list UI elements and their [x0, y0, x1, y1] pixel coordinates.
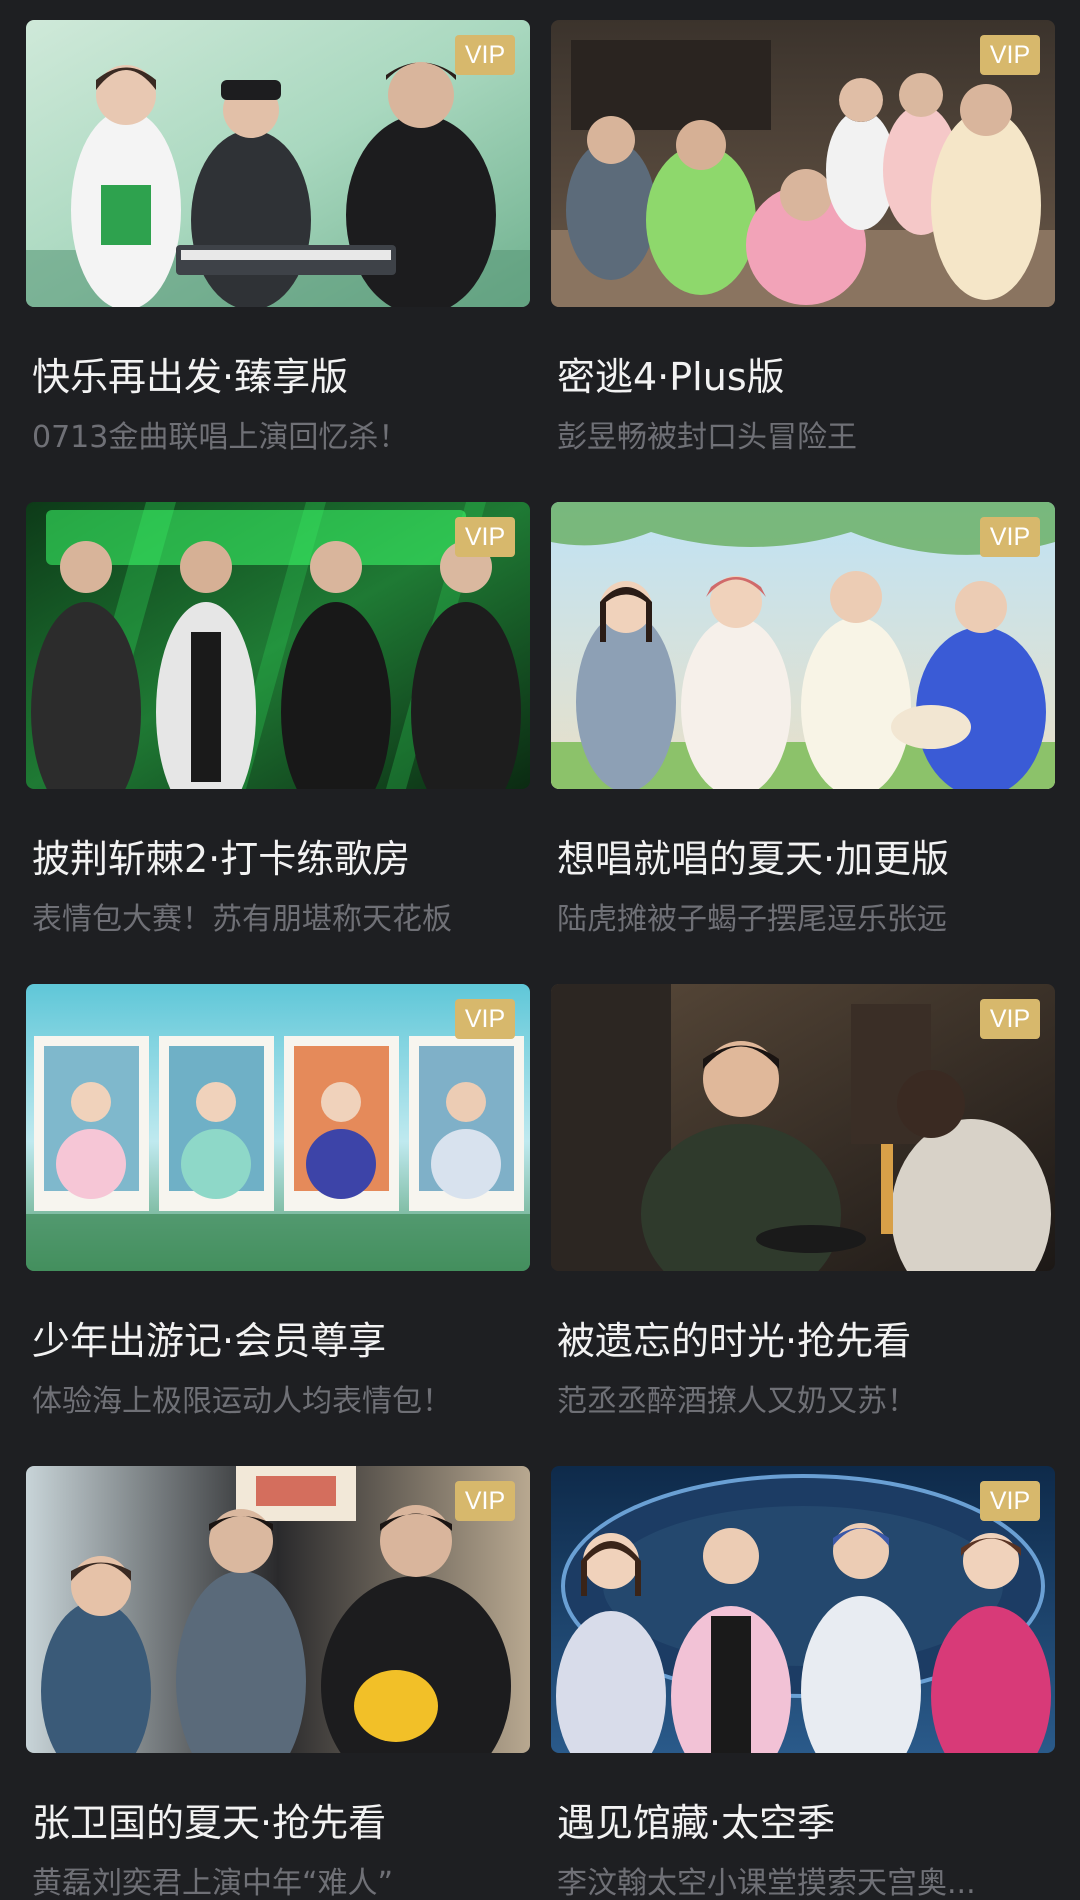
vip-badge: VIP — [455, 1481, 515, 1521]
video-card[interactable]: VIP 密逃4·Plus版 彭昱畅被封口头冒险王 — [551, 20, 1055, 455]
video-title[interactable]: 快乐再出发·臻享版 — [32, 355, 530, 399]
video-subtitle: 黄磊刘奕君上演中年“难人” — [32, 1866, 394, 1900]
video-title[interactable]: 少年出游记·会员尊享 — [32, 1319, 530, 1363]
video-card[interactable]: VIP 想唱就唱的夏天·加更版 陆虎摊被子蝎子摆尾逗乐张远 — [551, 502, 1055, 937]
video-subtitle: 彭昱畅被封口头冒险王 — [557, 420, 857, 455]
video-subtitle: 范丞丞醉酒撩人又奶又苏！ — [557, 1384, 917, 1419]
video-title[interactable]: 张卫国的夏天·抢先看 — [32, 1801, 530, 1845]
video-thumbnail[interactable]: VIP — [26, 502, 530, 789]
video-title[interactable]: 密逃4·Plus版 — [557, 355, 1055, 399]
video-thumbnail[interactable]: VIP — [26, 984, 530, 1271]
video-subtitle: 表情包大赛！苏有朋堪称天花板 — [32, 902, 452, 937]
video-title[interactable]: 遇见馆藏·太空季 — [557, 1801, 1055, 1845]
video-thumbnail[interactable]: VIP — [26, 1466, 530, 1753]
video-subtitle: 李汶翰太空小课堂摸索天宫奥... — [557, 1866, 976, 1900]
video-thumbnail[interactable]: VIP — [26, 20, 530, 307]
video-grid: VIP 快乐再出发·臻享版 0713金曲联唱上演回忆杀！ VIP 密逃4·Plu… — [0, 0, 1080, 1900]
vip-badge: VIP — [980, 517, 1040, 557]
video-subtitle: 0713金曲联唱上演回忆杀！ — [32, 420, 409, 455]
video-card[interactable]: VIP 披荆斩棘2·打卡练歌房 表情包大赛！苏有朋堪称天花板 — [26, 502, 530, 937]
video-title[interactable]: 被遗忘的时光·抢先看 — [557, 1319, 1055, 1363]
video-subtitle: 体验海上极限运动人均表情包！ — [32, 1384, 452, 1419]
video-card[interactable]: VIP 张卫国的夏天·抢先看 黄磊刘奕君上演中年“难人” — [26, 1466, 530, 1900]
video-card[interactable]: VIP 少年出游记·会员尊享 体验海上极限运动人均表情包！ — [26, 984, 530, 1419]
video-thumbnail[interactable]: VIP — [551, 502, 1055, 789]
video-card[interactable]: VIP 被遗忘的时光·抢先看 范丞丞醉酒撩人又奶又苏！ — [551, 984, 1055, 1419]
vip-badge: VIP — [980, 999, 1040, 1039]
video-title[interactable]: 想唱就唱的夏天·加更版 — [557, 837, 1055, 881]
video-thumbnail[interactable]: VIP — [551, 20, 1055, 307]
video-title[interactable]: 披荆斩棘2·打卡练歌房 — [32, 837, 530, 881]
video-card[interactable]: VIP 快乐再出发·臻享版 0713金曲联唱上演回忆杀！ — [26, 20, 530, 455]
vip-badge: VIP — [455, 999, 515, 1039]
vip-badge: VIP — [980, 35, 1040, 75]
vip-badge: VIP — [455, 35, 515, 75]
video-thumbnail[interactable]: VIP — [551, 984, 1055, 1271]
vip-badge: VIP — [980, 1481, 1040, 1521]
video-subtitle: 陆虎摊被子蝎子摆尾逗乐张远 — [557, 902, 947, 937]
video-card[interactable]: VIP 遇见馆藏·太空季 李汶翰太空小课堂摸索天宫奥... — [551, 1466, 1055, 1900]
video-thumbnail[interactable]: VIP — [551, 1466, 1055, 1753]
vip-badge: VIP — [455, 517, 515, 557]
